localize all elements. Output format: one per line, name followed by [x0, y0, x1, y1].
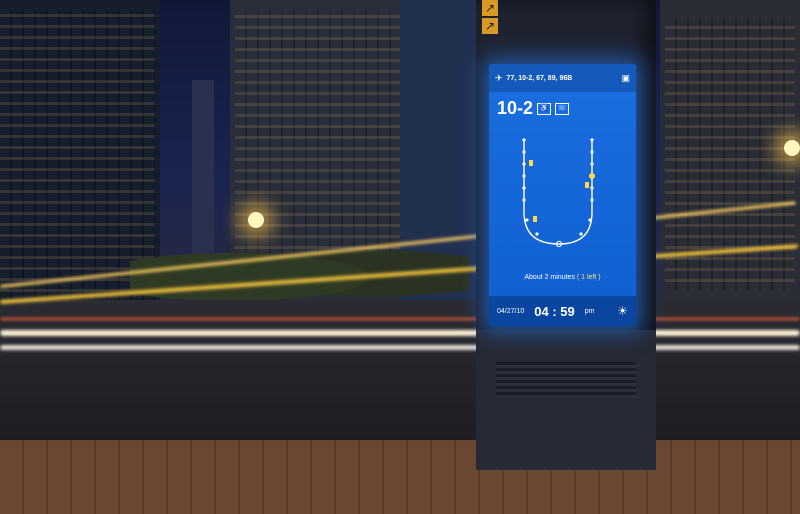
- time-display: 04 : 59: [534, 303, 575, 319]
- bus-stop-icon: ▣: [621, 72, 630, 83]
- kiosk-base: [476, 330, 656, 470]
- direction-signs: ↗ ↗: [482, 0, 498, 36]
- sign-arrow-up-icon-2: ↗: [482, 18, 498, 34]
- street-lamp-right: [784, 140, 800, 156]
- kiosk-screen[interactable]: ✈ 77, 10-2, 67, 89, 96B ▣ 10-2 ♿ ☏ About…: [489, 64, 636, 326]
- sign-arrow-up-icon: ↗: [482, 0, 498, 16]
- street-lamp-left: [248, 212, 264, 228]
- screen-header: ✈ 77, 10-2, 67, 89, 96B ▣: [489, 64, 636, 92]
- eta-stops-left: ( 1 left ): [576, 274, 601, 281]
- wheelchair-icon: ♿: [537, 102, 552, 115]
- phone-icon: ☏: [555, 102, 570, 115]
- date-display: 04/27/10: [497, 307, 525, 315]
- route-list: 77, 10-2, 67, 89, 96B: [506, 74, 573, 82]
- sun-icon: ☀: [617, 304, 628, 318]
- eta-text: About 2 minutes: [524, 274, 575, 281]
- road: [0, 300, 800, 450]
- route-title-row: 10-2 ♿ ☏: [489, 92, 636, 119]
- bus-icon: ✈: [495, 72, 503, 83]
- route-map: [522, 138, 595, 248]
- brick-sidewalk: [0, 440, 800, 514]
- light-trail-5: [0, 318, 800, 320]
- kiosk-vent: [496, 362, 636, 398]
- screen-footer: 04/27/10 04 : 59 pm ☀: [489, 296, 636, 326]
- ampm-display: pm: [584, 307, 595, 315]
- night-street-scene: [0, 0, 800, 514]
- arrival-estimate: About 2 minutes ( 1 left ): [489, 274, 636, 281]
- route-number: 10-2: [497, 98, 534, 118]
- light-trail-3: [0, 345, 800, 350]
- light-trail-2: [0, 330, 800, 336]
